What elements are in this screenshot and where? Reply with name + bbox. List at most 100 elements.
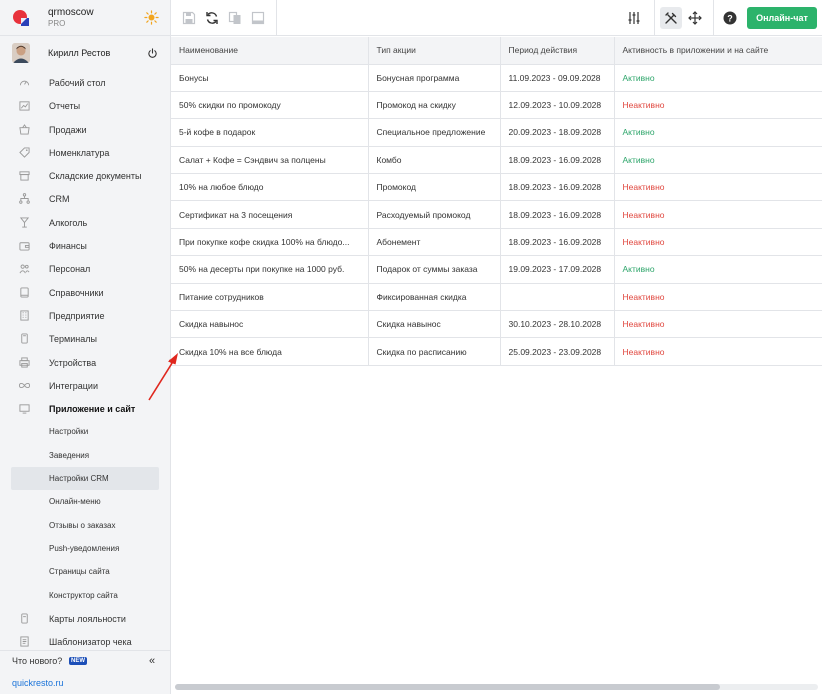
table-row[interactable]: Бонусы Бонусная программа 11.09.2023 - 09.…: [171, 64, 822, 92]
filter-sliders-icon[interactable]: [627, 11, 641, 25]
sidebar-subitem-venues[interactable]: Заведения: [0, 444, 171, 467]
table-row[interactable]: 5-й кофе в подарок Специальное предложени…: [171, 118, 822, 147]
sidebar-subitem-site-builder[interactable]: Конструктор сайта: [0, 584, 171, 607]
brand-header[interactable]: qrmoscow PRO: [0, 0, 171, 36]
sidebar-item-label: Терминалы: [49, 334, 97, 345]
cell-status: Неактивно: [614, 283, 822, 312]
cell-name: 10% на любое блюдо: [171, 173, 369, 202]
save-icon[interactable]: [182, 11, 196, 25]
sidebar-subitem-push[interactable]: Push-уведомления: [0, 537, 171, 560]
cell-type: Абонемент: [368, 228, 501, 257]
table-row[interactable]: Салат + Кофе = Сэндвич за полцены Комбо 18…: [171, 146, 822, 175]
cell-period: 30.10.2023 - 28.10.2028: [500, 310, 615, 339]
sidebar-subitem-site-pages[interactable]: Страницы сайта: [0, 560, 171, 583]
sidebar-item-sales[interactable]: Продажи: [0, 118, 171, 141]
collapse-sidebar-icon[interactable]: «: [149, 655, 155, 667]
cell-type: Комбо: [368, 146, 501, 175]
sidebar-item-alcohol[interactable]: Алкоголь: [0, 211, 171, 234]
cell-type: Скидка по расписанию: [368, 337, 501, 366]
cell-period: [500, 283, 615, 312]
tools-toggle-button[interactable]: [660, 7, 682, 29]
receipt-icon: [20, 636, 29, 647]
annotation-arrow-icon: [148, 353, 178, 401]
table-row[interactable]: 50% скидки по промокоду Промокод на скидк…: [171, 91, 822, 120]
sidebar-item-reports[interactable]: Отчеты: [0, 94, 171, 117]
infinity-icon: [19, 382, 30, 388]
table-row[interactable]: 10% на любое блюдо Промокод 18.09.2023 - 1…: [171, 173, 822, 202]
basket-icon: [19, 123, 30, 135]
cell-type: Скидка навынос: [368, 310, 501, 339]
online-chat-button[interactable]: Онлайн-чат: [747, 7, 817, 29]
sidebar-item-enterprise[interactable]: Предприятие: [0, 304, 171, 327]
sun-icon[interactable]: [144, 10, 159, 25]
glass-icon: [19, 217, 30, 228]
cell-status: Неактивно: [614, 337, 822, 366]
whats-new-link[interactable]: Что нового?: [12, 656, 62, 666]
sidebar-subitem-settings[interactable]: Настройки: [0, 420, 171, 443]
cell-type: Расходуемый промокод: [368, 200, 501, 229]
cell-name: Салат + Кофе = Сэндвич за полцены: [171, 146, 369, 175]
people-icon: [19, 264, 30, 274]
cell-type: Промокод: [368, 173, 501, 202]
table-header-row: Наименование Тип акции Период действия А…: [171, 37, 822, 65]
table-row[interactable]: 50% на десерты при покупке на 1000 руб. П…: [171, 255, 822, 284]
sidebar-subitem-label: Настройки CRM: [49, 474, 109, 484]
cell-period: 25.09.2023 - 23.09.2028: [500, 337, 615, 366]
promotions-table: Наименование Тип акции Период действия А…: [171, 37, 822, 366]
cell-name: Скидка навынос: [171, 310, 369, 339]
table-row[interactable]: При покупке кофе скидка 100% на блюдо...…: [171, 228, 822, 257]
help-icon[interactable]: ?: [723, 11, 737, 25]
sidebar-item-nomenclature[interactable]: Номенклатура: [0, 141, 171, 164]
sidebar-subitem-online-menu[interactable]: Онлайн-меню: [0, 490, 171, 513]
sidebar-subitem-order-reviews[interactable]: Отзывы о заказах: [0, 514, 171, 537]
inbox-icon[interactable]: [251, 11, 265, 25]
book-icon: [20, 287, 29, 298]
power-icon[interactable]: [147, 48, 158, 59]
column-header[interactable]: Период действия: [500, 37, 615, 65]
terminal-icon: [21, 333, 28, 344]
sidebar-item-label: Шаблонизатор чека: [49, 637, 132, 648]
sidebar-subitem-crm-settings[interactable]: Настройки CRM: [11, 467, 159, 491]
scrollbar-thumb[interactable]: [175, 684, 720, 690]
table-row[interactable]: Скидка навынос Скидка навынос 30.10.2023 -…: [171, 310, 822, 339]
copy-icon[interactable]: [228, 11, 242, 25]
refresh-icon[interactable]: [205, 11, 219, 25]
table-row[interactable]: Сертификат на 3 посещения Расходуемый про…: [171, 200, 822, 229]
sidebar-item-directories[interactable]: Справочники: [0, 281, 171, 304]
sidebar-item-warehouse-docs[interactable]: Складские документы: [0, 164, 171, 187]
sidebar-subitem-label: Конструктор сайта: [49, 590, 118, 600]
hierarchy-icon: [19, 193, 30, 205]
sidebar-item-staff[interactable]: Персонал: [0, 257, 171, 280]
sidebar-item-dashboard[interactable]: Рабочий стол: [0, 71, 171, 94]
sidebar-item-label: Персонал: [49, 264, 91, 275]
table-row[interactable]: Питание сотрудников Фиксированная скидка Н…: [171, 283, 822, 312]
sidebar-item-loyalty-cards[interactable]: Карты лояльности: [0, 607, 171, 630]
cell-period: 19.09.2023 - 17.09.2028: [500, 255, 615, 284]
tools-icon: [665, 12, 677, 24]
user-name: Кирилл Рестов: [48, 48, 111, 58]
sidebar-item-label: Предприятие: [49, 310, 105, 321]
sidebar-item-label: Карты лояльности: [49, 613, 126, 624]
column-header[interactable]: Наименование: [171, 37, 369, 65]
column-header[interactable]: Тип акции: [368, 37, 501, 65]
move-icon[interactable]: [688, 11, 702, 25]
building-icon: [20, 310, 29, 321]
sidebar-item-label: Номенклатура: [49, 147, 110, 158]
sidebar-item-finance[interactable]: Финансы: [0, 234, 171, 257]
cell-period: 20.09.2023 - 18.09.2028: [500, 118, 615, 147]
sidebar-item-label: Приложение и сайт: [49, 404, 136, 415]
cell-type: Промокод на скидку: [368, 91, 501, 120]
sidebar-item-label: Устройства: [49, 357, 97, 368]
cell-name: 50% скидки по промокоду: [171, 91, 369, 120]
site-link[interactable]: quickresto.ru: [12, 678, 64, 688]
user-profile[interactable]: Кирилл Рестов: [0, 40, 171, 66]
cell-status: Неактивно: [614, 200, 822, 229]
card-icon: [21, 613, 28, 624]
cell-period: 18.09.2023 - 16.09.2028: [500, 173, 615, 202]
cell-type: Бонусная программа: [368, 64, 501, 92]
sidebar-item-crm[interactable]: CRM: [0, 187, 171, 210]
chart-icon: [19, 101, 30, 111]
horizontal-scrollbar[interactable]: [175, 684, 818, 690]
table-row[interactable]: Скидка 10% на все блюда Скидка по расписа…: [171, 337, 822, 366]
column-header[interactable]: Активность в приложении и на сайте: [614, 37, 822, 65]
